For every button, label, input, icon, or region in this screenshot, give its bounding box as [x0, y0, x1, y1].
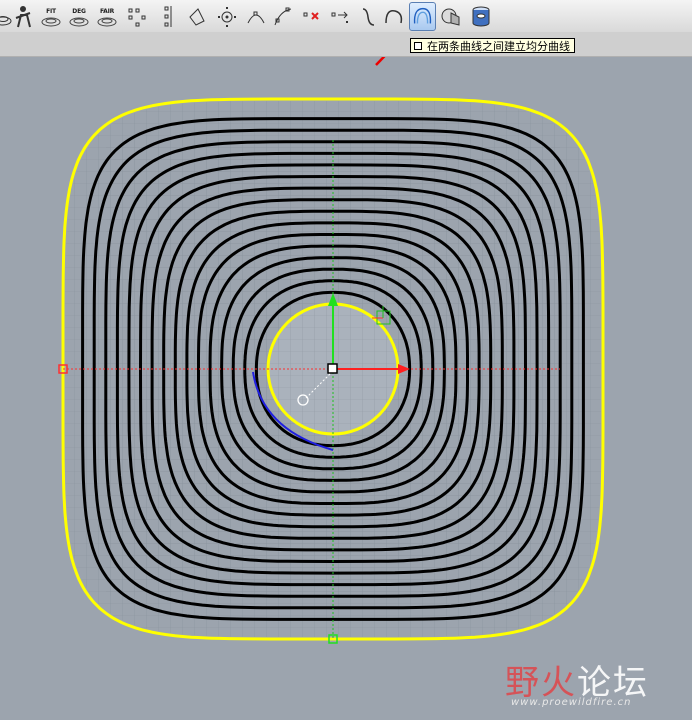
- circle-point-icon[interactable]: [216, 3, 238, 29]
- control-points-icon[interactable]: [126, 3, 148, 29]
- fair-caption: FAIR: [99, 8, 115, 15]
- tooltip-icon: [414, 42, 422, 50]
- toolbar: FIT DEG FAIR: [0, 0, 692, 33]
- graphics-viewport[interactable]: [0, 0, 692, 720]
- curve-loop-icon[interactable]: [383, 3, 405, 29]
- deg-button[interactable]: DEG: [68, 3, 90, 29]
- surface-round-icon[interactable]: [440, 3, 462, 29]
- add-point-icon[interactable]: [272, 3, 294, 29]
- fit-button[interactable]: FIT: [40, 3, 62, 29]
- tooltip: 在两条曲线之间建立均分曲线: [410, 38, 575, 53]
- point-column-icon[interactable]: [156, 3, 178, 29]
- fair-button[interactable]: FAIR: [96, 3, 118, 29]
- analysis-figure-icon[interactable]: [12, 3, 34, 29]
- fit-caption: FIT: [46, 8, 56, 15]
- curve-hook-icon[interactable]: [357, 3, 379, 29]
- origin-handle[interactable]: [327, 363, 338, 374]
- watermark-url: www.proewildfire.cn: [511, 697, 632, 708]
- polygon-curve-icon[interactable]: [186, 3, 208, 29]
- toolbar-strip: [0, 32, 692, 57]
- point-on-curve-icon[interactable]: [245, 3, 267, 29]
- forum-watermark: 野火论坛 www.proewildfire.cn: [505, 655, 685, 715]
- delete-point-icon[interactable]: [300, 3, 322, 29]
- deg-caption: DEG: [72, 8, 86, 15]
- point-arrow-icon[interactable]: [329, 3, 351, 29]
- tooltip-text: 在两条曲线之间建立均分曲线: [427, 40, 570, 53]
- blend-curves-icon[interactable]: [409, 2, 436, 31]
- cylinder-icon[interactable]: [470, 3, 492, 29]
